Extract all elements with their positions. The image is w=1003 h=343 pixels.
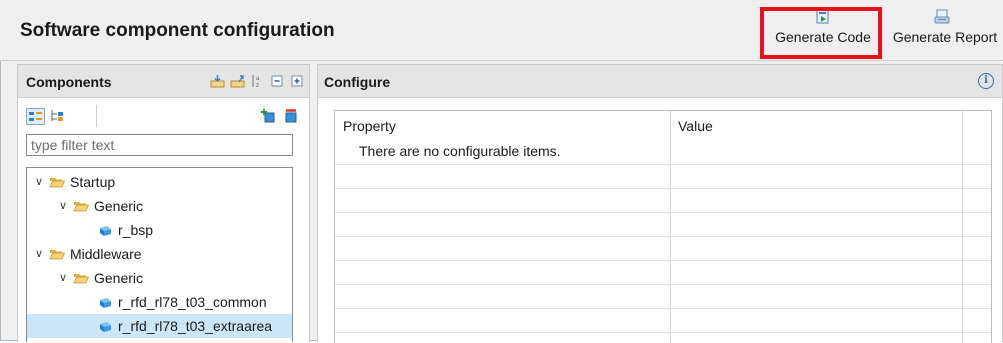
import-icon[interactable] — [210, 74, 225, 88]
empty-message: There are no configurable items. — [359, 143, 561, 159]
table-row-divider — [335, 236, 991, 237]
folder-open-icon — [73, 202, 89, 212]
components-panel-title: Components — [26, 74, 112, 90]
chevron-down-icon[interactable]: ∨ — [33, 170, 45, 194]
generate-report-button[interactable]: Generate Report — [884, 4, 1000, 56]
tree-node-label: Generic — [94, 198, 144, 214]
tree-node-label: r_rfd_rl78_t03_extraarea — [118, 318, 273, 334]
tree-node-startup-generic[interactable]: ∨ Generic — [57, 194, 143, 218]
table-row-divider — [335, 284, 991, 285]
folder-open-icon — [49, 250, 65, 260]
generate-code-label: Generate Code — [775, 29, 871, 45]
export-icon[interactable] — [230, 74, 245, 88]
column-header-value[interactable]: Value — [678, 118, 713, 134]
tree-node-label: Middleware — [70, 246, 142, 262]
generate-code-icon — [816, 9, 829, 24]
table-row-divider — [335, 188, 991, 189]
add-component-icon[interactable] — [261, 108, 277, 123]
sort-alpha-icon[interactable]: a z — [250, 74, 265, 88]
generate-report-label: Generate Report — [892, 29, 998, 45]
table-row-divider — [335, 332, 991, 333]
configure-panel: Configure i Property Value There are no … — [317, 64, 1003, 343]
tree-node-label: Startup — [70, 174, 116, 190]
chevron-down-icon[interactable]: ∨ — [57, 266, 69, 290]
filter-input[interactable] — [26, 134, 293, 156]
table-row-divider — [335, 164, 991, 165]
tree-node-middleware[interactable]: ∨ Middleware — [33, 242, 142, 266]
svg-text:z: z — [256, 83, 259, 88]
configure-panel-title: Configure — [324, 74, 391, 90]
components-panel-header: Components a z — [18, 65, 309, 98]
component-icon — [100, 298, 111, 308]
generate-code-button[interactable]: Generate Code — [762, 4, 884, 56]
configure-panel-header: Configure i — [318, 65, 1002, 98]
tree-node-label: Generic — [94, 270, 144, 286]
chevron-down-icon[interactable]: ∨ — [57, 194, 69, 218]
tree-node-label: r_bsp — [118, 222, 154, 238]
collapse-all-icon[interactable] — [270, 74, 285, 88]
tree-node-label: r_rfd_rl78_t03_common — [118, 294, 267, 310]
chevron-down-icon[interactable]: ∨ — [33, 242, 45, 266]
table-row-divider — [335, 260, 991, 261]
tree-node-startup[interactable]: ∨ Startup — [33, 170, 115, 194]
table-row-divider — [335, 212, 991, 213]
tree-node-r-rfd-extraarea[interactable]: r_rfd_rl78_t03_extraarea — [27, 314, 292, 338]
category-view-icon[interactable] — [26, 108, 45, 125]
component-icon — [100, 226, 111, 236]
tree-node-middleware-generic[interactable]: ∨ Generic — [57, 266, 143, 290]
remove-component-icon[interactable] — [283, 108, 299, 123]
page-title: Software component configuration — [20, 20, 335, 41]
table-row-divider — [335, 308, 991, 309]
hierarchy-view-icon[interactable] — [49, 108, 66, 123]
svg-text:a: a — [256, 76, 260, 82]
component-icon — [100, 322, 111, 332]
folder-open-icon — [73, 274, 89, 284]
expand-all-icon[interactable] — [290, 74, 305, 88]
components-toolbar: a z — [210, 74, 305, 88]
generate-report-icon — [934, 9, 950, 24]
editor-header: Software component configuration Generat… — [0, 0, 1003, 61]
folder-open-icon — [49, 178, 65, 188]
column-header-property[interactable]: Property — [343, 118, 396, 134]
toolbar-separator — [96, 105, 97, 127]
tree-node-r-bsp[interactable]: r_bsp — [97, 218, 153, 242]
components-subtoolbar — [18, 98, 309, 132]
info-icon[interactable]: i — [978, 73, 994, 89]
tree-node-r-rfd-common[interactable]: r_rfd_rl78_t03_common — [97, 290, 267, 314]
property-table: Property Value There are no configurable… — [334, 110, 992, 343]
component-tree: ∨ Startup ∨ Generic r_bsp ∨ Middleware ∨… — [26, 167, 293, 342]
components-panel: Components a z type filter text ∨ Startu… — [17, 64, 310, 342]
